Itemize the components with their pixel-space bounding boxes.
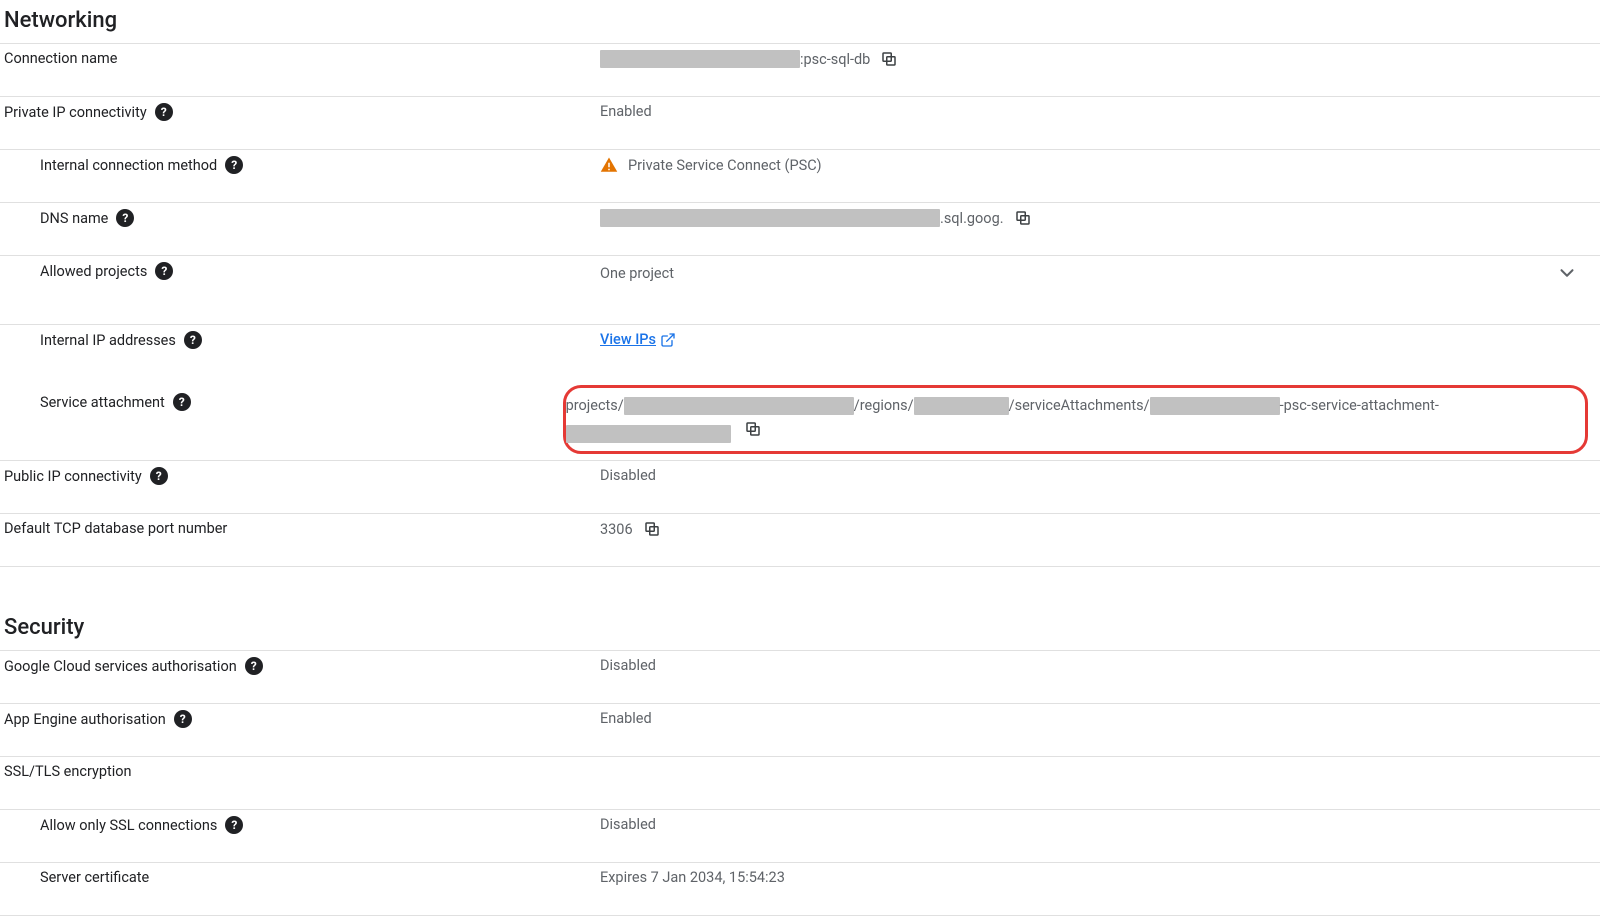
internal-ip-label: Internal IP addresses bbox=[40, 332, 176, 349]
row-allow-only-ssl: Allow only SSL connections ? Disabled bbox=[0, 809, 1600, 862]
connection-name-redacted bbox=[600, 50, 800, 68]
view-ips-link[interactable]: View IPs bbox=[600, 331, 656, 348]
service-attachment-redact1 bbox=[624, 397, 854, 415]
dns-name-redacted bbox=[600, 209, 940, 227]
help-icon[interactable]: ? bbox=[116, 209, 134, 227]
gcp-auth-label: Google Cloud services authorisation bbox=[4, 658, 237, 675]
internal-method-label: Internal connection method bbox=[40, 157, 217, 174]
service-attachment-seg4: -psc-service-attachment- bbox=[1280, 397, 1439, 414]
allow-only-ssl-value: Disabled bbox=[600, 816, 656, 833]
chevron-down-icon[interactable] bbox=[1556, 262, 1578, 284]
ssl-tls-label: SSL/TLS encryption bbox=[4, 763, 132, 780]
help-icon[interactable]: ? bbox=[245, 657, 263, 675]
service-attachment-redact3 bbox=[1150, 397, 1280, 415]
help-icon[interactable]: ? bbox=[174, 710, 192, 728]
connection-name-suffix: :psc-sql-db bbox=[800, 51, 870, 68]
row-internal-ip: Internal IP addresses ? View IPs bbox=[0, 324, 1600, 377]
service-attachment-seg1: projects/ bbox=[566, 397, 624, 414]
service-attachment-redact4 bbox=[566, 425, 731, 443]
gcp-auth-value: Disabled bbox=[600, 657, 656, 674]
copy-icon[interactable] bbox=[880, 50, 898, 68]
row-server-cert: Server certificate Expires 7 Jan 2034, 1… bbox=[0, 862, 1600, 916]
copy-icon[interactable] bbox=[643, 520, 661, 538]
help-icon[interactable]: ? bbox=[173, 393, 191, 411]
networking-section-title: Networking bbox=[0, 0, 1600, 43]
server-cert-value: Expires 7 Jan 2034, 15:54:23 bbox=[600, 869, 785, 886]
external-link-icon bbox=[660, 332, 676, 348]
copy-icon[interactable] bbox=[1014, 209, 1032, 227]
service-attachment-label: Service attachment bbox=[40, 394, 165, 411]
service-attachment-seg2: /regions/ bbox=[854, 397, 914, 414]
help-icon[interactable]: ? bbox=[155, 262, 173, 280]
row-dns-name: DNS name ? .sql.goog. bbox=[0, 202, 1600, 255]
dns-name-suffix: .sql.goog. bbox=[940, 210, 1004, 227]
help-icon[interactable]: ? bbox=[155, 103, 173, 121]
private-ip-value: Enabled bbox=[600, 103, 652, 120]
row-service-attachment: Service attachment ? projects/ /regions/ /… bbox=[0, 377, 1600, 460]
help-icon[interactable]: ? bbox=[184, 331, 202, 349]
row-public-ip: Public IP connectivity ? Disabled bbox=[0, 460, 1600, 513]
service-attachment-redact2 bbox=[914, 397, 1009, 415]
row-internal-method: Internal connection method ? Private Ser… bbox=[0, 149, 1600, 202]
help-icon[interactable]: ? bbox=[225, 816, 243, 834]
row-allowed-projects: Allowed projects ? One project bbox=[0, 255, 1600, 324]
allowed-projects-value: One project bbox=[600, 265, 674, 282]
row-connection-name: Connection name :psc-sql-db bbox=[0, 43, 1600, 96]
warning-icon bbox=[600, 156, 618, 174]
row-private-ip: Private IP connectivity ? Enabled bbox=[0, 96, 1600, 149]
appengine-auth-value: Enabled bbox=[600, 710, 652, 727]
private-ip-label: Private IP connectivity bbox=[4, 104, 147, 121]
service-attachment-highlight: projects/ /regions/ /serviceAttachments/ -p… bbox=[563, 385, 1588, 454]
copy-icon[interactable] bbox=[744, 420, 762, 438]
help-icon[interactable]: ? bbox=[150, 467, 168, 485]
dns-name-label: DNS name bbox=[40, 210, 108, 227]
port-label: Default TCP database port number bbox=[4, 520, 227, 537]
help-icon[interactable]: ? bbox=[225, 156, 243, 174]
public-ip-value: Disabled bbox=[600, 467, 656, 484]
row-port: Default TCP database port number 3306 bbox=[0, 513, 1600, 567]
allow-only-ssl-label: Allow only SSL connections bbox=[40, 817, 217, 834]
server-cert-label: Server certificate bbox=[40, 869, 149, 886]
service-attachment-seg3: /serviceAttachments/ bbox=[1009, 397, 1150, 414]
connection-name-label: Connection name bbox=[4, 50, 117, 67]
public-ip-label: Public IP connectivity bbox=[4, 468, 142, 485]
security-section-title: Security bbox=[0, 607, 1600, 650]
row-appengine-auth: App Engine authorisation ? Enabled bbox=[0, 703, 1600, 756]
allowed-projects-label: Allowed projects bbox=[40, 263, 147, 280]
row-gcp-auth: Google Cloud services authorisation ? Di… bbox=[0, 650, 1600, 703]
port-value: 3306 bbox=[600, 521, 633, 538]
row-ssl-tls: SSL/TLS encryption bbox=[0, 756, 1600, 809]
internal-method-value: Private Service Connect (PSC) bbox=[628, 157, 822, 174]
appengine-auth-label: App Engine authorisation bbox=[4, 711, 166, 728]
